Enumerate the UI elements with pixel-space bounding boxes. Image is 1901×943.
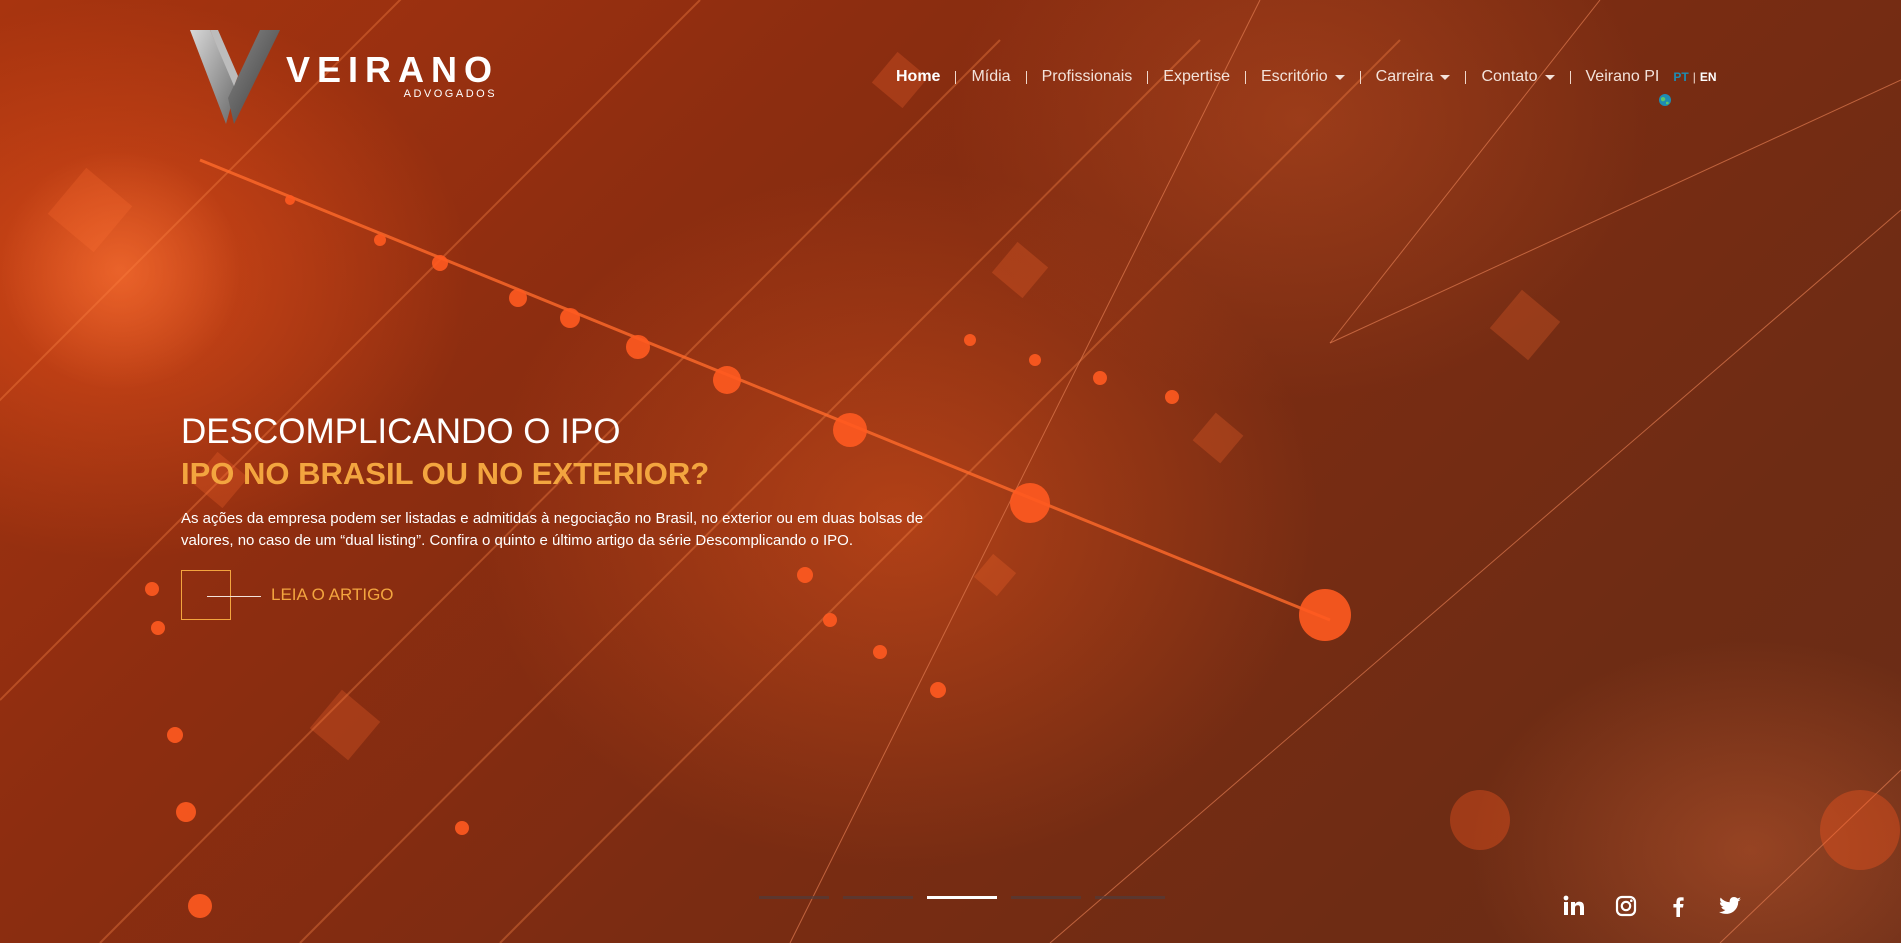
hero-content: DESCOMPLICANDO O IPO IPO NO BRASIL OU NO… — [181, 410, 981, 620]
linkedin-icon[interactable] — [1562, 894, 1586, 918]
nav-divider — [1147, 70, 1149, 84]
hero-description: As ações da empresa podem ser listadas e… — [181, 510, 924, 549]
slider-indicator-4[interactable] — [1011, 896, 1081, 899]
nav-item-escritorio-label: Escritório — [1260, 68, 1328, 85]
slider-indicators — [759, 896, 1179, 899]
slider-indicator-1[interactable] — [759, 896, 829, 899]
veirano-logo-mark — [190, 30, 280, 124]
nav-divider — [1359, 70, 1361, 84]
instagram-icon[interactable] — [1614, 894, 1638, 918]
hero-banner: VEIRANO ADVOGADOS Home Mídia Profissiona… — [0, 0, 1901, 943]
language-switcher: PT | EN — [1673, 70, 1716, 84]
nav-divider — [1465, 70, 1467, 84]
slider-indicator-2[interactable] — [843, 896, 913, 899]
twitter-icon[interactable] — [1718, 894, 1742, 918]
nav-divider — [1025, 70, 1027, 84]
slider-indicator-5[interactable] — [1095, 896, 1165, 899]
lang-pt-link[interactable]: PT — [1673, 70, 1688, 84]
veirano-logo[interactable]: VEIRANO ADVOGADOS — [188, 28, 499, 126]
logo-text: VEIRANO ADVOGADOS — [286, 49, 500, 101]
nav-item-contato-label: Contato — [1481, 68, 1538, 85]
cta-line — [207, 596, 261, 597]
nav-item-contato[interactable]: Contato — [1481, 68, 1555, 86]
slider-indicator-3[interactable] — [927, 896, 997, 899]
read-article-button[interactable]: LEIA O ARTIGO — [181, 570, 981, 620]
nav-divider — [1569, 70, 1571, 84]
nav-item-midia[interactable]: Mídia — [971, 68, 1010, 86]
nav-item-expertise[interactable]: Expertise — [1163, 68, 1230, 86]
main-nav: Home Mídia Profissionais Expertise Escri… — [896, 68, 1716, 86]
facebook-icon[interactable] — [1666, 894, 1690, 918]
chevron-down-icon — [1440, 74, 1451, 80]
nav-item-home[interactable]: Home — [896, 68, 940, 86]
nav-item-veirano-pi[interactable]: Veirano PI — [1586, 68, 1660, 86]
nav-item-carreira-label: Carreira — [1375, 68, 1434, 85]
lang-divider: | — [1692, 70, 1696, 84]
chevron-down-icon — [1334, 74, 1345, 80]
cta-box-icon — [181, 570, 261, 620]
nav-item-carreira[interactable]: Carreira — [1376, 68, 1451, 86]
logo-name: VEIRANO — [286, 49, 500, 90]
read-article-label: LEIA O ARTIGO — [271, 585, 394, 604]
lang-en-link[interactable]: EN — [1700, 70, 1717, 84]
nav-item-profissionais[interactable]: Profissionais — [1042, 68, 1133, 86]
globe-icon[interactable] — [1658, 93, 1672, 107]
hero-subtitle: IPO NO BRASIL OU NO EXTERIOR? — [181, 456, 710, 491]
nav-divider — [955, 70, 957, 84]
hero-title: DESCOMPLICANDO O IPO — [181, 412, 621, 451]
nav-item-escritorio[interactable]: Escritório — [1261, 68, 1345, 86]
nav-divider — [1244, 70, 1246, 84]
social-links — [1562, 894, 1770, 918]
chevron-down-icon — [1544, 74, 1555, 80]
